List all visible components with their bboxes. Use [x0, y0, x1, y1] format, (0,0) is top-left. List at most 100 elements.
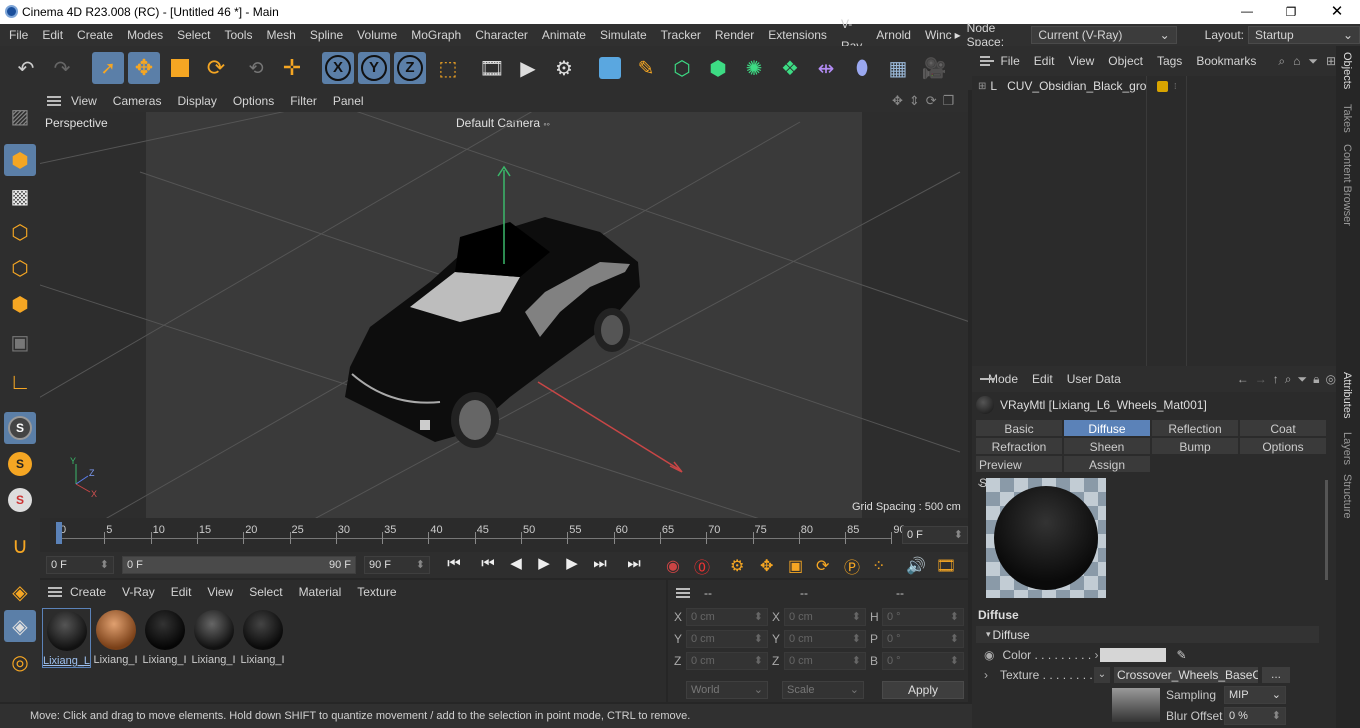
autokey-icon[interactable]: ⓪ [694, 554, 722, 578]
node-space-dropdown[interactable]: Current (V-Ray) ⌄ [1031, 26, 1177, 44]
pen-icon[interactable]: ✎ [630, 52, 662, 84]
expand-arrow-icon[interactable]: › [1094, 648, 1098, 662]
viewport-menu-item[interactable]: View [71, 94, 97, 108]
tab-objects[interactable]: Objects [1341, 52, 1353, 89]
film-icon[interactable]: 🎞 [936, 556, 964, 576]
record-icon[interactable]: ◉ [666, 556, 694, 576]
menu-more-icon[interactable]: ▸ [955, 28, 961, 42]
end-frame-field[interactable]: 90 F ⬍ [364, 556, 430, 574]
eyedropper-icon[interactable]: ✎ [1176, 648, 1186, 662]
size-mode-dropdown[interactable]: Scale ⌄ [782, 681, 864, 699]
floor-icon[interactable]: ▦ [882, 52, 914, 84]
coordinate-system-icon[interactable]: ⬚ [432, 52, 464, 84]
material-menu-item[interactable]: View [207, 585, 233, 599]
material-menu-item[interactable]: Select [249, 585, 282, 599]
mograph-icon[interactable]: ❖ [774, 52, 806, 84]
go-to-start-icon[interactable]: ⏮ [440, 555, 468, 572]
locked-workplane-icon[interactable]: ◈ [4, 610, 36, 642]
menu-item[interactable]: Simulate [593, 24, 654, 46]
material-swatch[interactable]: Lixiang_I [189, 608, 238, 666]
filter-icon[interactable]: ⏷ [1308, 54, 1318, 69]
prev-frame-icon[interactable]: ◀︎ [502, 554, 530, 572]
attribute-tab[interactable]: Refraction [975, 437, 1063, 455]
go-to-end-icon[interactable]: ⏭ [620, 555, 648, 572]
coord-value-field[interactable]: 0 ° ⬍ [882, 608, 964, 626]
coord-value-field[interactable]: 0 cm ⬍ [784, 652, 866, 670]
grid-icon[interactable]: ◎ [4, 646, 36, 678]
attribute-tab[interactable]: Sheen [1063, 437, 1151, 455]
next-key-icon[interactable]: ⏭ [586, 555, 614, 572]
key-position-icon[interactable]: ✥ [760, 556, 788, 576]
play-icon[interactable]: ▶︎ [530, 554, 558, 572]
viewport-menu-item[interactable]: Panel [333, 94, 364, 108]
tab-attributes[interactable]: Attributes [1341, 372, 1353, 418]
scrollbar[interactable] [1325, 480, 1328, 580]
x-axis-lock-icon[interactable]: X [322, 52, 354, 84]
object-menu-item[interactable]: File [1000, 54, 1019, 68]
object-name[interactable]: CUV_Obsidian_Black_group [1007, 79, 1147, 93]
z-axis-lock-icon[interactable]: Z [394, 52, 426, 84]
material-swatch[interactable]: Lixiang_I [91, 608, 140, 666]
attribute-tab[interactable]: Bump [1151, 437, 1239, 455]
workplane-snap-icon[interactable]: S [4, 484, 36, 516]
forward-arrow-icon[interactable]: → [1255, 372, 1267, 386]
maximize-button[interactable]: ❐ [1276, 0, 1306, 24]
transform-tool-icon[interactable]: ✛ [276, 52, 308, 84]
material-menu-item[interactable]: Create [70, 585, 106, 599]
3d-viewport[interactable]: Perspective Default Camera ◦◦ Y Z X Grid… [40, 112, 968, 518]
menu-item[interactable]: Tracker [654, 24, 708, 46]
minimize-button[interactable]: — [1232, 0, 1262, 24]
search-icon[interactable]: ⌕ [1278, 54, 1285, 69]
coord-value-field[interactable]: 0 cm ⬍ [784, 608, 866, 626]
attribute-tab[interactable]: Options [1239, 437, 1327, 455]
menu-item[interactable]: Character [468, 24, 535, 46]
menu-item[interactable]: Arnold [869, 24, 918, 46]
make-editable-icon[interactable]: ▨ [4, 100, 36, 132]
cube-icon[interactable] [594, 52, 626, 84]
next-frame-icon[interactable]: ▶︎ [558, 554, 586, 572]
up-arrow-icon[interactable]: ↑ [1273, 372, 1279, 386]
back-arrow-icon[interactable]: ← [1237, 372, 1249, 386]
apply-button[interactable]: Apply [882, 681, 964, 699]
attribute-menu-item[interactable]: User Data [1067, 372, 1121, 386]
texture-value[interactable]: Crossover_Wheels_BaseColo [1114, 667, 1258, 683]
material-swatch[interactable]: Lixiang_L [42, 608, 91, 668]
render-view-icon[interactable]: 🎞 [476, 52, 508, 84]
deformer-icon[interactable]: ⇹ [810, 52, 842, 84]
object-menu-item[interactable]: Bookmarks [1196, 54, 1256, 68]
magnet-icon[interactable]: ∪ [4, 530, 36, 562]
workplane-icon[interactable]: ◈ [4, 576, 36, 608]
keyframe-selection-icon[interactable]: ⚙ [730, 556, 760, 576]
tab-layers[interactable]: Layers [1341, 432, 1353, 465]
texture-mode-icon[interactable]: ▩ [4, 180, 36, 212]
sampling-dropdown[interactable]: MIP ⌄ [1224, 686, 1286, 704]
key-rotation-icon[interactable]: ⟳ [816, 556, 844, 576]
target-icon[interactable]: ◎ [1325, 372, 1335, 386]
key-pla-icon[interactable]: ⁘ [872, 556, 900, 576]
subdivision-icon[interactable]: ⬡ [666, 52, 698, 84]
expand-toggle-icon[interactable]: ⌄ [976, 478, 984, 489]
timeline-ruler[interactable]: 0 5 10 15 20 25 30 35 40 45 50 55 60 65 70 75 80 85 90 0 F… [40, 518, 968, 552]
menu-item[interactable]: MoGraph [404, 24, 468, 46]
expand-arrow-icon[interactable]: › [984, 668, 988, 682]
playhead[interactable] [56, 522, 62, 544]
redo-icon[interactable]: ↷ [46, 52, 78, 84]
attribute-tab[interactable]: Assign [1063, 455, 1151, 473]
undo-icon[interactable]: ↶ [10, 52, 42, 84]
coord-mode-dropdown[interactable]: World ⌄ [686, 681, 768, 699]
uv-mode-icon[interactable]: ▣ [4, 326, 36, 358]
model-mode-icon[interactable]: ⬢ [4, 144, 36, 176]
prev-key-icon[interactable]: ⏮ [474, 555, 502, 572]
tab-content-browser[interactable]: Content Browser [1341, 144, 1353, 226]
attribute-tab[interactable]: Diffuse [1063, 419, 1151, 437]
edge-mode-icon[interactable]: ⬡ [4, 252, 36, 284]
menu-item[interactable]: Winc [918, 24, 959, 46]
object-row[interactable]: ⊞ L CUV_Obsidian_Black_group ⁞ [972, 77, 1336, 95]
coord-value-field[interactable]: 0 cm ⬍ [686, 608, 768, 626]
menu-item[interactable]: Mesh [259, 24, 302, 46]
menu-item[interactable]: Create [70, 24, 120, 46]
material-swatch[interactable]: Lixiang_I [238, 608, 287, 666]
key-param-icon[interactable]: Ⓟ [844, 554, 872, 578]
material-menu-item[interactable]: Material [299, 585, 342, 599]
menu-item[interactable]: Spline [303, 24, 350, 46]
